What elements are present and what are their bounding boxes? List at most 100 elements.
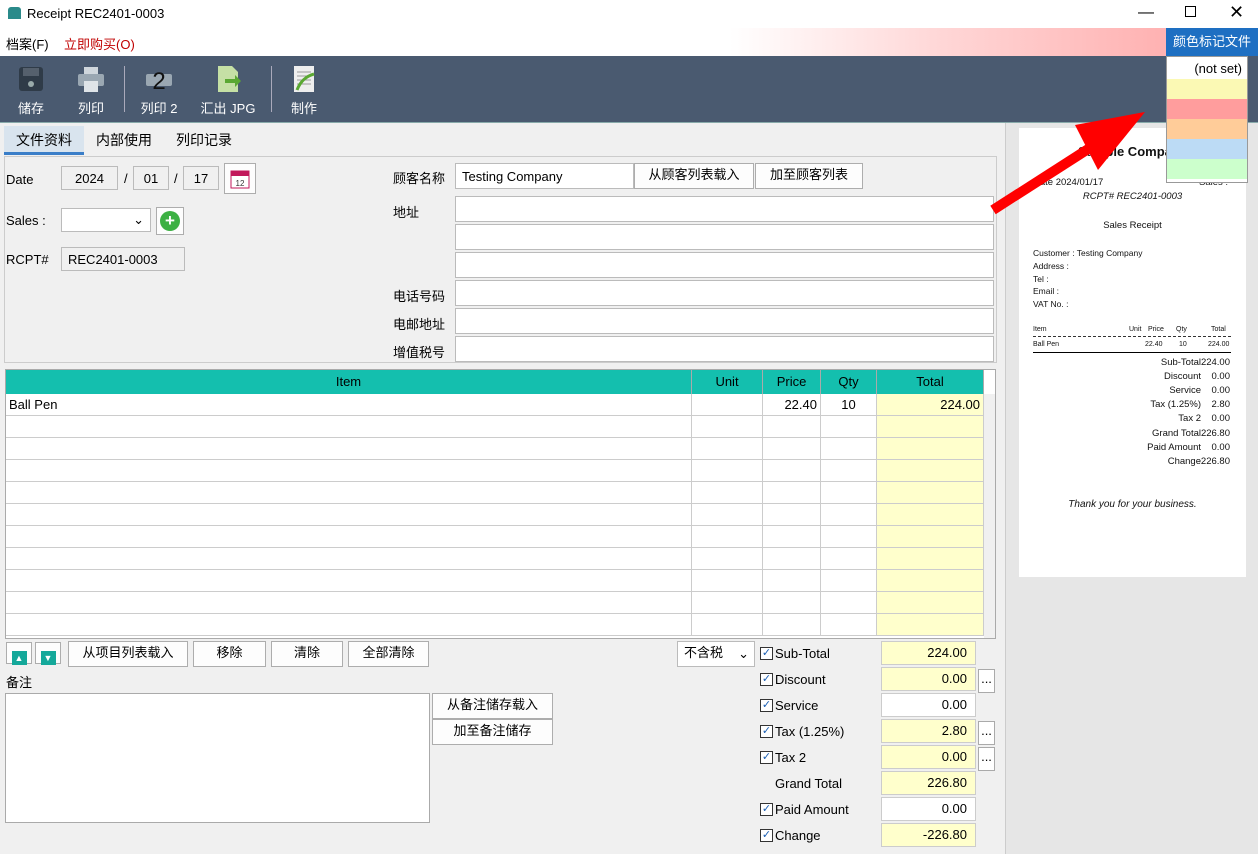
color-option[interactable] <box>1167 119 1247 139</box>
sub-total-value[interactable]: 224.00 <box>881 641 976 665</box>
save-notes-button[interactable]: 加至备注储存 <box>432 719 553 745</box>
cell-qty[interactable] <box>821 592 877 614</box>
tax-mode-dropdown[interactable]: 不含税 ⌄ <box>677 641 755 667</box>
grid-scrollbar[interactable] <box>984 394 995 638</box>
cell-total[interactable] <box>877 548 984 570</box>
header-unit[interactable]: Unit <box>692 370 763 394</box>
service-checkbox[interactable]: ✓ <box>760 699 773 712</box>
items-grid[interactable]: Item Unit Price Qty Total Ball Pen 22.40 1… <box>5 369 996 639</box>
move-up-button[interactable]: ▲ <box>6 642 32 665</box>
cell-price[interactable] <box>763 614 821 636</box>
clear-button[interactable]: 清除 <box>271 641 343 667</box>
minimize-button[interactable]: — <box>1138 4 1154 22</box>
load-customer-button[interactable]: 从顾客列表载入 <box>634 163 754 189</box>
cell-price[interactable]: 22.40 <box>763 394 821 416</box>
cell-total[interactable] <box>877 504 984 526</box>
tax-2-checkbox[interactable]: ✓ <box>760 751 773 764</box>
cell-qty[interactable] <box>821 570 877 592</box>
customer-field[interactable] <box>455 163 634 189</box>
address-line-3[interactable] <box>455 252 994 278</box>
cell-unit[interactable] <box>692 614 763 636</box>
cell-item[interactable] <box>6 570 692 592</box>
header-price[interactable]: Price <box>763 370 821 394</box>
discount-value[interactable]: 0.00 <box>881 667 976 691</box>
cell-item[interactable] <box>6 614 692 636</box>
export-jpg-button[interactable]: 汇出 JPG <box>196 56 260 123</box>
cell-price[interactable] <box>763 482 821 504</box>
cell-total[interactable] <box>877 570 984 592</box>
cell-item[interactable] <box>6 438 692 460</box>
tax-2-value[interactable]: 0.00 <box>881 745 976 769</box>
email-field[interactable] <box>455 308 994 334</box>
cell-qty[interactable]: 10 <box>821 394 877 416</box>
menu-color-tag[interactable]: 颜色标记文件 <box>1166 28 1258 56</box>
discount-options-button[interactable]: ... <box>978 669 995 693</box>
cell-unit[interactable] <box>692 394 763 416</box>
day-field[interactable] <box>183 166 219 190</box>
cell-price[interactable] <box>763 592 821 614</box>
cell-item[interactable] <box>6 416 692 438</box>
tax-1-25-value[interactable]: 2.80 <box>881 719 976 743</box>
cell-qty[interactable] <box>821 460 877 482</box>
cell-total[interactable] <box>877 614 984 636</box>
notes-textarea[interactable] <box>5 693 430 823</box>
color-option[interactable] <box>1167 79 1247 99</box>
add-customer-button[interactable]: 加至顾客列表 <box>755 163 863 189</box>
month-field[interactable] <box>133 166 169 190</box>
cell-total[interactable] <box>877 460 984 482</box>
menu-file[interactable]: 档案(F) <box>6 34 49 53</box>
color-option[interactable] <box>1167 139 1247 159</box>
add-sales-button[interactable]: + <box>156 207 184 235</box>
clear-all-button[interactable]: 全部清除 <box>348 641 429 667</box>
grand-total-value[interactable]: 226.80 <box>881 771 976 795</box>
cell-unit[interactable] <box>692 438 763 460</box>
service-value[interactable]: 0.00 <box>881 693 976 717</box>
print2-button[interactable]: 2 列印 2 <box>134 56 184 123</box>
cell-qty[interactable] <box>821 614 877 636</box>
color-option[interactable] <box>1167 159 1247 179</box>
cell-item[interactable] <box>6 592 692 614</box>
cell-item[interactable] <box>6 526 692 548</box>
cell-total[interactable]: 224.00 <box>877 394 984 416</box>
cell-price[interactable] <box>763 438 821 460</box>
header-total[interactable]: Total <box>877 370 984 394</box>
address-line-1[interactable] <box>455 196 994 222</box>
cell-total[interactable] <box>877 482 984 504</box>
remove-button[interactable]: 移除 <box>193 641 266 667</box>
tax-2-options-button[interactable]: ... <box>978 747 995 771</box>
cell-item[interactable] <box>6 504 692 526</box>
cell-unit[interactable] <box>692 592 763 614</box>
header-item[interactable]: Item <box>6 370 692 394</box>
cell-price[interactable] <box>763 570 821 592</box>
tab-internal-use[interactable]: 内部使用 <box>96 126 152 154</box>
cell-price[interactable] <box>763 548 821 570</box>
sub-total-checkbox[interactable]: ✓ <box>760 647 773 660</box>
move-down-button[interactable]: ▼ <box>35 642 61 665</box>
menu-buy-now[interactable]: 立即购买(O) <box>64 34 135 53</box>
cell-price[interactable] <box>763 416 821 438</box>
cell-unit[interactable] <box>692 570 763 592</box>
cell-item[interactable] <box>6 548 692 570</box>
cell-qty[interactable] <box>821 548 877 570</box>
save-button[interactable]: 储存 <box>8 56 54 123</box>
cell-qty[interactable] <box>821 526 877 548</box>
load-items-button[interactable]: 从项目列表载入 <box>68 641 188 667</box>
calendar-button[interactable]: 12 <box>224 163 256 194</box>
cell-total[interactable] <box>877 416 984 438</box>
load-notes-button[interactable]: 从备注储存载入 <box>432 693 553 719</box>
cell-qty[interactable] <box>821 438 877 460</box>
tax-1-25-checkbox[interactable]: ✓ <box>760 725 773 738</box>
change-value[interactable]: -226.80 <box>881 823 976 847</box>
sales-dropdown[interactable]: ⌄ <box>61 208 151 232</box>
cell-unit[interactable] <box>692 482 763 504</box>
change-checkbox[interactable]: ✓ <box>760 829 773 842</box>
header-qty[interactable]: Qty <box>821 370 877 394</box>
tab-document-info[interactable]: 文件资料 <box>4 126 84 155</box>
cell-price[interactable] <box>763 504 821 526</box>
rcpt-field[interactable] <box>61 247 185 271</box>
vat-field[interactable] <box>455 336 994 362</box>
cell-price[interactable] <box>763 526 821 548</box>
maximize-button[interactable] <box>1185 6 1196 17</box>
cell-unit[interactable] <box>692 504 763 526</box>
phone-field[interactable] <box>455 280 994 306</box>
